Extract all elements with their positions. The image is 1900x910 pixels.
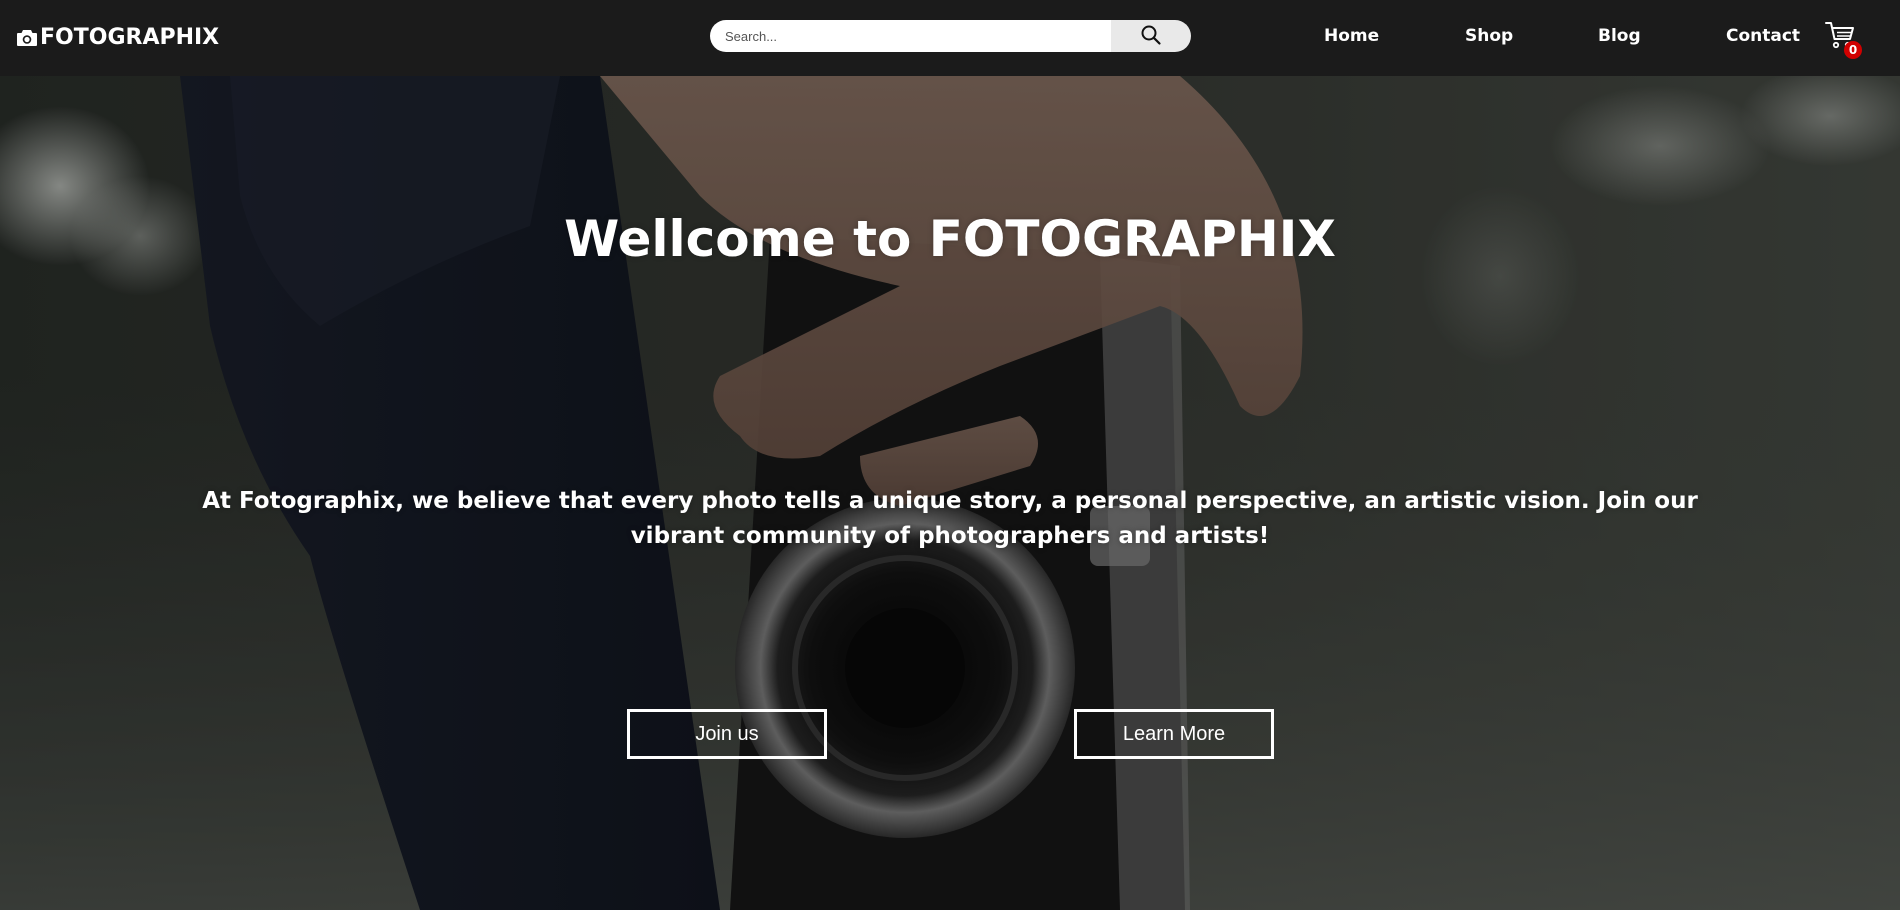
hero-section: Wellcome to FOTOGRAPHIX At Fotographix, …: [0, 76, 1900, 910]
camera-icon: [16, 28, 38, 46]
search-icon: [1140, 24, 1162, 49]
brand-logo[interactable]: FOTOGRAPHIX: [16, 22, 219, 52]
nav-contact[interactable]: Contact: [1726, 26, 1800, 46]
nav-blog[interactable]: Blog: [1598, 26, 1641, 46]
nav-home[interactable]: Home: [1324, 26, 1379, 46]
search-button[interactable]: [1111, 20, 1191, 52]
learn-more-button[interactable]: Learn More: [1074, 709, 1274, 759]
join-us-button[interactable]: Join us: [627, 709, 827, 759]
hero-title: Wellcome to FOTOGRAPHIX: [564, 210, 1336, 268]
cart-count-badge: 0: [1844, 41, 1862, 59]
brand-name: FOTOGRAPHIX: [40, 24, 220, 50]
search-form: [710, 20, 1191, 52]
hero-description: At Fotographix, we believe that every ph…: [202, 488, 1698, 549]
nav-shop[interactable]: Shop: [1465, 26, 1513, 46]
navbar: FOTOGRAPHIX Home Shop Blog Contact: [0, 0, 1900, 76]
search-input[interactable]: [710, 20, 1111, 52]
cart-button[interactable]: 0: [1824, 20, 1864, 60]
